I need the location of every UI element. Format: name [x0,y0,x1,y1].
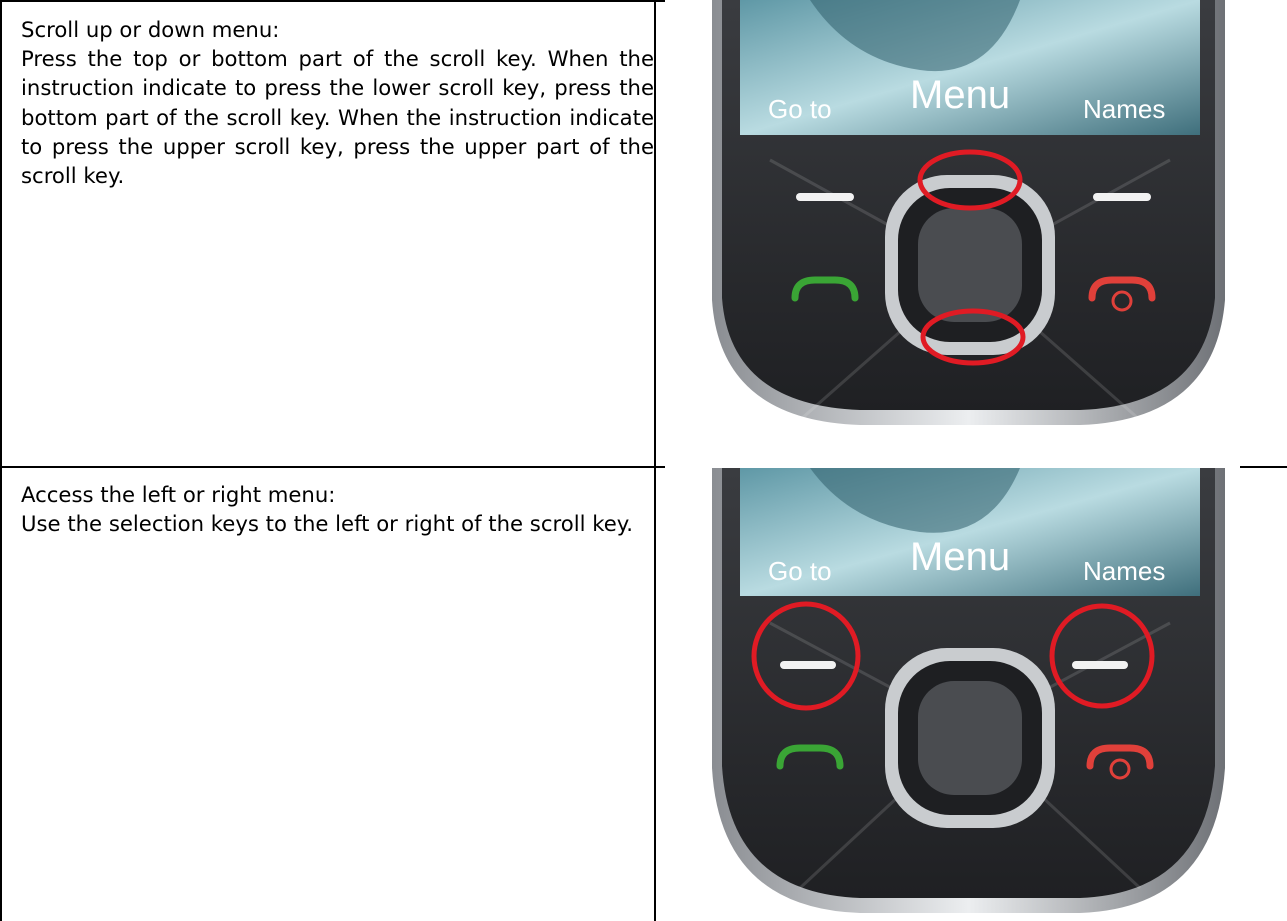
phone-illustration-selection: Go to Menu Names [712,468,1225,913]
instruction-heading: Access the left or right menu: [21,482,336,507]
instruction-selection: Access the left or right menu: Use the s… [21,480,654,538]
table-border-left [0,0,2,921]
softkey-right-label: Names [1083,556,1165,586]
softkey-left-label: Go to [768,94,832,124]
selection-key-icon [1072,661,1128,669]
table-border-top [0,0,665,2]
phone-illustration-scroll: Go to Menu Names [712,0,1225,425]
softkey-right-label: Names [1083,94,1165,124]
softkey-center-label: Menu [910,73,1010,117]
instruction-scroll: Scroll up or down menu: Press the top or… [21,15,654,190]
selection-key-icon [780,661,836,669]
instruction-body: Press the top or bottom part of the scro… [21,46,654,189]
selection-key-icon [1093,193,1151,201]
instruction-heading: Scroll up or down menu: [21,17,280,42]
softkey-center-label: Menu [910,535,1010,579]
instruction-body: Use the selection keys to the left or ri… [21,511,634,537]
selection-key-icon [796,193,854,201]
softkey-left-label: Go to [768,556,832,586]
table-border-middle [654,0,656,921]
table-border-row [0,466,665,468]
